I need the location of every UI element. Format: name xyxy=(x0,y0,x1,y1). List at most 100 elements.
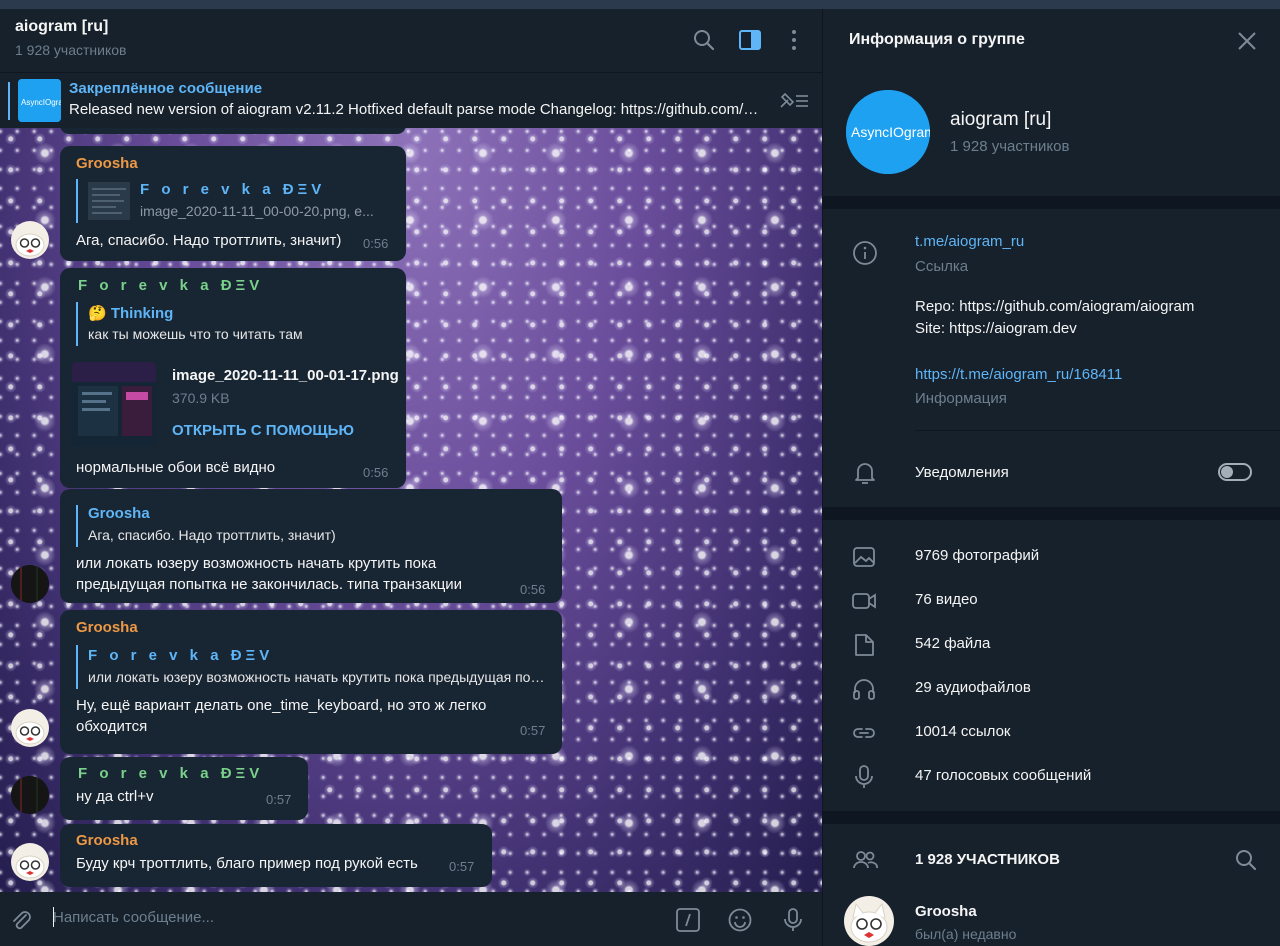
media-label: 542 файла xyxy=(915,635,991,652)
file-name[interactable]: image_2020-11-11_00-01-17.png xyxy=(172,367,399,384)
message-text-line2: предыдущая попытка не закончилась. типа … xyxy=(76,576,463,593)
avatar-groosha[interactable] xyxy=(11,843,49,881)
chat-header[interactable]: aiogram [ru] 1 928 участников xyxy=(0,9,822,72)
message-text-line1: или локать юзеру возможность начать крут… xyxy=(76,555,437,572)
section-divider xyxy=(823,811,1280,824)
group-name: aiogram [ru] xyxy=(950,109,1052,130)
media-row-audio[interactable]: 29 аудиофайлов xyxy=(823,667,1280,711)
media-label: 47 голосовых сообщений xyxy=(915,767,1092,784)
message-sender[interactable]: F o r e v k a ĐΞV xyxy=(78,277,263,294)
emoji-icon[interactable] xyxy=(727,907,753,933)
description-link[interactable]: https://t.me/aiogram_ru/168411 xyxy=(915,366,1122,383)
reply-text: как ты можешь что то читать там xyxy=(88,326,303,342)
message-composer[interactable]: Написать сообщение... xyxy=(0,892,822,946)
description-line1[interactable]: Repo: https://github.com/aiogram/aiogram xyxy=(915,296,1194,318)
reply-image-thumbnail xyxy=(88,182,130,220)
pinned-message[interactable]: AsyncIOgram Закреплённое сообщение Relea… xyxy=(0,72,822,128)
file-thumbnail[interactable] xyxy=(72,362,156,446)
media-label: 9769 фотографий xyxy=(915,547,1040,564)
message-bubble[interactable]: Groosha Буду крч троттлить, благо пример… xyxy=(60,824,492,887)
message-bubble[interactable]: Groosha F o r e v k a ĐΞV или локать юзе… xyxy=(60,610,562,754)
members-search-icon[interactable] xyxy=(1233,847,1259,873)
chat-title[interactable]: aiogram [ru] xyxy=(15,18,108,36)
message-sender[interactable]: F o r e v k a ĐΞV xyxy=(78,765,263,782)
notifications-label: Уведомления xyxy=(915,464,1009,481)
message-text: нормальные обои всё видно xyxy=(76,459,276,476)
commands-icon[interactable] xyxy=(675,907,701,933)
avatar-groosha[interactable] xyxy=(11,221,49,259)
pinned-accent-bar xyxy=(8,82,10,120)
sidebar-toggle-icon[interactable] xyxy=(737,27,763,53)
chat-pane: aiogram [ru] 1 928 участников AsyncIOgra… xyxy=(0,9,822,946)
media-row-voice[interactable]: 47 голосовых сообщений xyxy=(823,755,1280,799)
photo-icon xyxy=(853,547,875,567)
message-bubble[interactable]: Groosha Ага, спасибо. Надо троттлить, зн… xyxy=(60,489,562,603)
group-invite-link[interactable]: t.me/aiogram_ru xyxy=(915,233,1024,250)
reply-preview[interactable]: 🤔 Thinking как ты можешь что то читать т… xyxy=(76,302,394,346)
group-member-count: 1 928 участников xyxy=(950,138,1070,155)
reply-preview[interactable]: F o r e v k a ĐΞV image_2020-11-11_00-00… xyxy=(76,179,394,223)
message-time: 0:57 xyxy=(449,859,475,874)
aiogram-logo-text: AsyncIOgram xyxy=(851,124,930,140)
reply-sender: F o r e v k a ĐΞV xyxy=(140,181,326,198)
message-input[interactable]: Написать сообщение... xyxy=(53,909,214,926)
reply-text: Ага, спасибо. Надо троттлить, значит) xyxy=(88,527,336,543)
media-row-photos[interactable]: 9769 фотографий xyxy=(823,535,1280,579)
message-text-line2: обходится xyxy=(76,718,148,735)
message-sender[interactable]: Groosha xyxy=(76,155,138,172)
media-row-files[interactable]: 542 файла xyxy=(823,623,1280,667)
reply-sender: Groosha xyxy=(88,505,150,522)
microphone-icon[interactable] xyxy=(780,907,806,933)
media-row-videos[interactable]: 76 видео xyxy=(823,579,1280,623)
message-text-line1: Ну, ещё вариант делать one_time_keyboard… xyxy=(76,697,487,714)
close-icon[interactable] xyxy=(1234,28,1260,54)
message-text: ну да ctrl+v xyxy=(76,788,154,805)
aiogram-logo: AsyncIOgram xyxy=(18,79,61,122)
open-with-link[interactable]: ОТКРЫТЬ С ПОМОЩЬЮ xyxy=(172,422,354,439)
media-label: 29 аудиофайлов xyxy=(915,679,1031,696)
reply-text: или локать юзеру возможность начать крут… xyxy=(88,669,548,685)
member-name[interactable]: Groosha xyxy=(915,903,977,920)
reply-text: image_2020-11-11_00-00-20.png, e... xyxy=(140,203,374,219)
avatar-forevka[interactable] xyxy=(11,776,49,814)
file-icon xyxy=(855,634,874,656)
message-text: Буду крч троттлить, благо пример под рук… xyxy=(76,855,418,872)
member-avatar[interactable] xyxy=(844,896,894,946)
link-icon xyxy=(853,728,875,738)
message-bubble[interactable]: Groosha F o r e v k a ĐΞV image_2020-11-… xyxy=(60,146,406,261)
thin-divider xyxy=(915,430,1280,431)
toggle-knob xyxy=(1221,466,1233,478)
microphone-icon xyxy=(855,765,873,788)
message-bubble[interactable]: F o r e v k a ĐΞV ну да ctrl+v 0:57 xyxy=(60,757,308,820)
description-label: Информация xyxy=(915,390,1007,407)
message-time: 0:57 xyxy=(266,792,292,807)
reply-preview[interactable]: Groosha Ага, спасибо. Надо троттлить, зн… xyxy=(76,505,546,547)
notifications-toggle[interactable] xyxy=(1218,463,1252,481)
media-row-links[interactable]: 10014 ссылок xyxy=(823,711,1280,755)
video-icon xyxy=(852,593,876,609)
member-status: был(а) недавно xyxy=(915,926,1017,942)
headphones-icon xyxy=(853,679,875,700)
section-divider xyxy=(823,196,1280,209)
file-size: 370.9 KB xyxy=(172,390,230,406)
avatar-forevka[interactable] xyxy=(11,565,49,603)
message-list[interactable]: Groosha F o r e v k a ĐΞV image_2020-11-… xyxy=(0,128,822,892)
search-icon[interactable] xyxy=(691,27,717,53)
message-sender[interactable]: Groosha xyxy=(76,619,138,636)
info-panel-title: Информация о группе xyxy=(849,31,1025,48)
pinned-title: Закреплённое сообщение xyxy=(69,80,263,97)
info-icon xyxy=(853,241,877,265)
more-vertical-icon[interactable] xyxy=(781,27,807,53)
message-text: Ага, спасибо. Надо троттлить, значит) xyxy=(76,232,342,249)
pinned-list-icon[interactable] xyxy=(778,89,810,113)
message-bubble[interactable]: F o r e v k a ĐΞV 🤔 Thinking как ты може… xyxy=(60,268,406,488)
avatar-groosha[interactable] xyxy=(11,709,49,747)
message-time: 0:56 xyxy=(520,582,546,597)
reply-sender: F o r e v k a ĐΞV xyxy=(88,647,274,664)
pinned-thumbnail: AsyncIOgram xyxy=(18,79,61,122)
group-avatar[interactable]: AsyncIOgram xyxy=(846,90,930,174)
attach-icon[interactable] xyxy=(8,907,34,933)
message-sender[interactable]: Groosha xyxy=(76,832,138,849)
reply-preview[interactable]: F o r e v k a ĐΞV или локать юзеру возмо… xyxy=(76,645,548,689)
description-line2[interactable]: Site: https://aiogram.dev xyxy=(915,318,1077,340)
